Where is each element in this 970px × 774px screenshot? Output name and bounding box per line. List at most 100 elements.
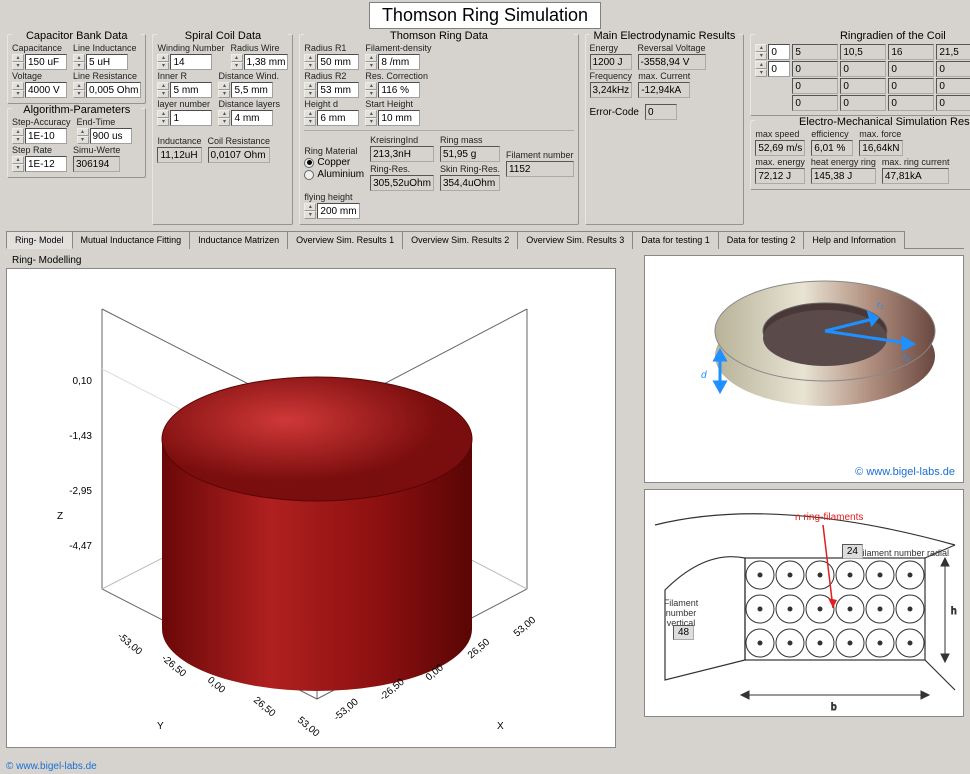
- grid-cell: 16: [888, 44, 934, 60]
- capacitor-bank-panel: Capacitor Bank Data Capacitance ▴▾150 uF…: [7, 34, 146, 104]
- z-tick: -2,95: [69, 486, 92, 497]
- down-icon[interactable]: ▾: [12, 90, 24, 98]
- distlayer-input[interactable]: ▴▾4 mm: [218, 110, 280, 126]
- filament-figure: n ring-filaments b h Filament number rad…: [644, 489, 964, 717]
- ringradien-legend: Ringradien of the Coil: [755, 30, 970, 42]
- radiuswire-input[interactable]: ▴▾1,38 mm: [231, 54, 289, 70]
- y-tick: 53,00: [295, 715, 322, 740]
- svg-text:d: d: [701, 370, 707, 381]
- down-icon[interactable]: ▾: [73, 90, 85, 98]
- simwerte-value: 306194: [73, 156, 120, 172]
- grid-cell: 0: [840, 61, 886, 77]
- tab-ring-model[interactable]: Ring- Model: [6, 231, 73, 249]
- x-tick: 26,50: [466, 637, 493, 662]
- algo-legend: Algorithm-Parameters: [12, 104, 141, 116]
- x-tick: -53,00: [332, 696, 361, 723]
- reversal-value: -3558,94 V: [638, 54, 706, 70]
- steprate-input[interactable]: ▴▾1E-12: [12, 156, 67, 172]
- tab-mutual-inductance[interactable]: Mutual Inductance Fitting: [72, 231, 191, 249]
- grid-cell: 0: [840, 95, 886, 111]
- capacitance-input[interactable]: ▴▾150 uF: [12, 54, 67, 70]
- grid-cell: 0: [840, 78, 886, 94]
- filament-radial-value: 24: [842, 544, 863, 559]
- energy-value: 1200 J: [590, 54, 632, 70]
- grid-cell: 0: [936, 78, 970, 94]
- grid-cell: 0: [792, 61, 838, 77]
- tab-testing1[interactable]: Data for testing 1: [632, 231, 719, 249]
- maxringcurrent-value: 47,81kA: [882, 168, 950, 184]
- lineresistance-input[interactable]: ▴▾0,005 Ohm: [73, 82, 141, 98]
- ring-3d-plot[interactable]: Z 0,10 -1,43 -2,95 -4,47 Y X -53,00 -26,…: [6, 268, 616, 748]
- svg-text:h: h: [951, 606, 957, 617]
- title-bar: Thomson Ring Simulation: [0, 0, 970, 33]
- heightd-input[interactable]: ▴▾6 mm: [304, 110, 359, 126]
- up-icon[interactable]: ▴: [73, 54, 85, 62]
- capacitor-legend: Capacitor Bank Data: [12, 30, 141, 42]
- app-title: Thomson Ring Simulation: [369, 2, 601, 29]
- flyingheight-input[interactable]: ▴▾200 mm: [304, 203, 359, 219]
- footer-link[interactable]: © www.bigel-labs.de: [6, 761, 97, 772]
- heatenergy-value: 145,38 J: [811, 168, 876, 184]
- maxspeed-value: 52,69 m/s: [755, 140, 805, 156]
- y-tick: -53,00: [115, 631, 144, 658]
- z-tick: -4,47: [69, 541, 92, 552]
- up-icon[interactable]: ▴: [73, 82, 85, 90]
- spiral-coil-panel: Spiral Coil Data Winding Number ▴▾14 Rad…: [152, 34, 293, 225]
- grid-cell: 0: [792, 95, 838, 111]
- filament-title: n ring-filaments: [795, 512, 863, 523]
- stepacc-input[interactable]: ▴▾1E-10: [12, 128, 71, 144]
- maxenergy-value: 72,12 J: [755, 168, 805, 184]
- filament-radial-label: Filament number radial: [857, 548, 949, 558]
- z-axis-label: Z: [57, 511, 63, 522]
- material-copper-radio[interactable]: Copper: [304, 157, 364, 168]
- main-legend: Main Electrodynamic Results: [590, 30, 740, 42]
- r1-input[interactable]: ▴▾50 mm: [304, 54, 359, 70]
- thomson-ring-panel: Thomson Ring Data Radius R1 ▴▾50 mm Fila…: [299, 34, 578, 225]
- lineinductance-input[interactable]: ▴▾5 uH: [73, 54, 137, 70]
- tab-overview1[interactable]: Overview Sim. Results 1: [287, 231, 403, 249]
- z-tick: 0,10: [73, 376, 93, 387]
- svg-text:r₁: r₁: [877, 300, 883, 311]
- up-icon[interactable]: ▴: [12, 54, 24, 62]
- grid-cell: 0: [888, 95, 934, 111]
- tab-overview2[interactable]: Overview Sim. Results 2: [402, 231, 518, 249]
- maxforce-value: 16,64kN: [859, 140, 902, 156]
- tab-inductance-matrizen[interactable]: Inductance Matrizen: [189, 231, 288, 249]
- simwerte-label: Simu-Werte: [73, 145, 120, 155]
- startheight-input[interactable]: ▴▾10 mm: [365, 110, 420, 126]
- down-icon[interactable]: ▾: [12, 62, 24, 70]
- grid-cell: 5: [792, 44, 838, 60]
- rescorr-input[interactable]: ▴▾116 %: [365, 82, 428, 98]
- winding-input[interactable]: ▴▾14: [157, 54, 224, 70]
- lineinductance-label: Line Inductance: [73, 43, 137, 53]
- y-axis-label: Y: [157, 721, 164, 732]
- down-icon[interactable]: ▾: [73, 62, 85, 70]
- capacitance-label: Capacitance: [12, 43, 67, 53]
- tab-overview3[interactable]: Overview Sim. Results 3: [517, 231, 633, 249]
- material-aluminium-radio[interactable]: Aluminium: [304, 169, 364, 180]
- r2-input[interactable]: ▴▾53 mm: [304, 82, 359, 98]
- tab-testing2[interactable]: Data for testing 2: [718, 231, 805, 249]
- voltage-input[interactable]: ▴▾4000 V: [12, 82, 67, 98]
- voltage-label: Voltage: [12, 71, 67, 81]
- x-axis-label: X: [497, 721, 504, 732]
- stepacc-label: Step-Accuracy: [12, 117, 71, 127]
- y-tick: 26,50: [251, 695, 278, 720]
- endtime-input[interactable]: ▴▾900 us: [77, 128, 132, 144]
- up-icon[interactable]: ▴: [12, 82, 24, 90]
- innerr-input[interactable]: ▴▾5 mm: [157, 82, 212, 98]
- grid-side1-input[interactable]: ▴▾0: [755, 61, 790, 77]
- grid-side0-input[interactable]: ▴▾0: [755, 44, 790, 60]
- copyright-link[interactable]: © www.bigel-labs.de: [855, 466, 955, 478]
- errorcode-label: Error-Code: [590, 107, 639, 118]
- mech-results-panel: Electro-Mechanical Simulation Results ma…: [750, 120, 970, 190]
- filamentdensity-input[interactable]: ▴▾8 /mm: [365, 54, 431, 70]
- main-results-panel: Main Electrodynamic Results Energy1200 J…: [585, 34, 745, 225]
- tab-help[interactable]: Help and Information: [803, 231, 905, 249]
- skinres-value: 354,4uOhm: [440, 175, 500, 191]
- mech-legend: Electro-Mechanical Simulation Results: [755, 116, 970, 128]
- distwind-input[interactable]: ▴▾5,5 mm: [218, 82, 279, 98]
- grid-cell: 21,5: [936, 44, 970, 60]
- endtime-label: End-Time: [77, 117, 132, 127]
- layer-input[interactable]: ▴▾1: [157, 110, 212, 126]
